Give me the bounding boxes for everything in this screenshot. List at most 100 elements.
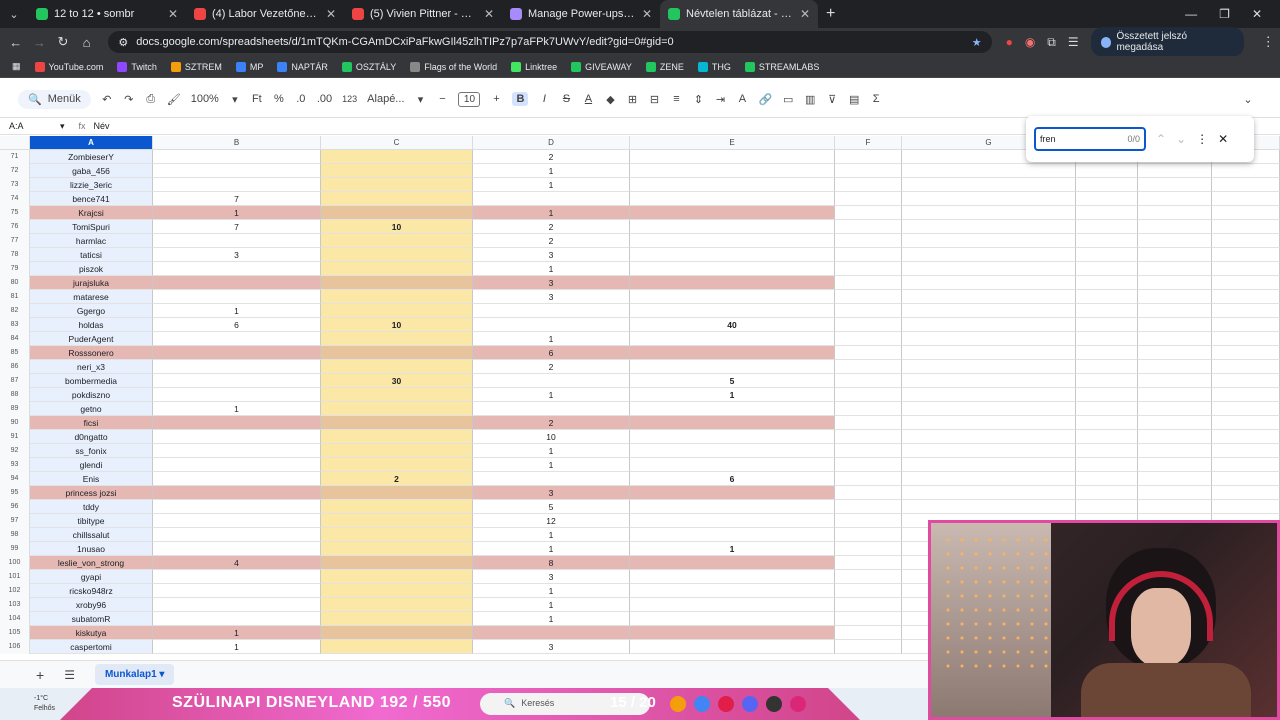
cell[interactable]: pokdiszno [30,388,153,402]
cell[interactable] [153,332,321,346]
cell[interactable] [321,290,473,304]
cell[interactable]: gaba_456 [30,164,153,178]
bookmark-item[interactable]: MP [235,61,263,72]
cell[interactable] [630,290,835,304]
cell[interactable] [835,626,902,640]
cell[interactable] [1138,318,1212,332]
cell[interactable] [153,486,321,500]
cell[interactable] [835,234,902,248]
cell[interactable] [153,598,321,612]
cell[interactable]: 30 [321,374,473,388]
cell[interactable]: 1 [153,206,321,220]
cell[interactable]: chillssalut [30,528,153,542]
cell[interactable] [321,444,473,458]
cell[interactable] [1212,458,1280,472]
cell[interactable]: 3 [153,248,321,262]
cell[interactable] [153,150,321,164]
cell[interactable] [1076,220,1138,234]
find-prev-icon[interactable]: ⌃ [1156,132,1166,146]
cell[interactable] [1076,192,1138,206]
cell[interactable] [153,164,321,178]
row-number[interactable]: 98 [0,528,30,542]
back-icon[interactable]: ← [4,35,28,50]
row-number[interactable]: 103 [0,598,30,612]
cell[interactable]: ficsi [30,416,153,430]
cell[interactable] [835,528,902,542]
cell[interactable] [153,500,321,514]
cell[interactable] [153,612,321,626]
row-number[interactable]: 104 [0,612,30,626]
cell[interactable] [321,598,473,612]
cell[interactable] [902,444,1076,458]
cell[interactable] [1138,486,1212,500]
formula-input[interactable]: Név [94,121,110,131]
cell[interactable] [321,458,473,472]
row-number[interactable]: 84 [0,332,30,346]
cell[interactable] [1076,430,1138,444]
row-number[interactable]: 93 [0,458,30,472]
row-number[interactable]: 72 [0,164,30,178]
cell[interactable]: lizzie_3eric [30,178,153,192]
row-number[interactable]: 71 [0,150,30,164]
cell[interactable] [321,206,473,220]
cell[interactable]: ZombieserY [30,150,153,164]
cell[interactable]: harmlac [30,234,153,248]
cell[interactable] [321,556,473,570]
cell[interactable] [321,276,473,290]
discord-app-icon[interactable] [742,696,758,712]
cell[interactable]: tddy [30,500,153,514]
cell[interactable] [835,388,902,402]
row-number[interactable]: 96 [0,500,30,514]
all-sheets-icon[interactable]: ☰ [64,668,75,682]
cell[interactable] [902,472,1076,486]
cell[interactable] [1212,374,1280,388]
cell[interactable]: 7 [153,220,321,234]
chrome-app-icon[interactable] [694,696,710,712]
close-window-icon[interactable]: ✕ [1252,7,1262,21]
increase-decimal-button[interactable]: .00 [317,93,332,105]
bold-icon[interactable]: B [512,92,529,106]
tab-close-icon[interactable]: ✕ [800,7,810,21]
cell[interactable] [835,612,902,626]
cell[interactable] [473,318,630,332]
cell[interactable] [1138,374,1212,388]
find-options-icon[interactable]: ⋮ [1196,132,1208,146]
cell[interactable] [321,164,473,178]
column-header[interactable]: E [630,136,835,150]
cell[interactable] [630,206,835,220]
redo-icon[interactable]: ↷ [123,93,135,106]
cell[interactable] [153,290,321,304]
cell[interactable]: 3 [473,248,630,262]
cell[interactable] [1138,346,1212,360]
cell[interactable] [321,612,473,626]
cell[interactable] [321,332,473,346]
cell[interactable]: matarese [30,290,153,304]
merge-cells-icon[interactable]: ⊟ [648,93,660,106]
cell[interactable] [902,206,1076,220]
cell[interactable] [1076,500,1138,514]
bookmark-item[interactable]: Linktree [511,61,557,72]
cell[interactable] [321,402,473,416]
borders-icon[interactable]: ⊞ [626,93,638,106]
row-number[interactable]: 81 [0,290,30,304]
cell[interactable] [902,416,1076,430]
cell[interactable] [473,192,630,206]
row-number[interactable]: 97 [0,514,30,528]
cell[interactable] [1076,416,1138,430]
cell[interactable] [1076,374,1138,388]
cell[interactable] [835,542,902,556]
insert-comment-icon[interactable]: ▭ [782,93,794,106]
cell[interactable] [630,234,835,248]
weather-widget[interactable]: -1°C Felhős [0,694,60,714]
cell[interactable] [321,570,473,584]
cell[interactable] [1212,220,1280,234]
row-number[interactable]: 82 [0,304,30,318]
cell[interactable] [1076,472,1138,486]
cell[interactable]: 10 [473,430,630,444]
column-header[interactable]: A [30,136,153,150]
row-number[interactable]: 74 [0,192,30,206]
cell[interactable]: leslie_von_strong [30,556,153,570]
cell[interactable]: 7 [153,192,321,206]
cell[interactable] [1212,444,1280,458]
cell[interactable] [1076,234,1138,248]
